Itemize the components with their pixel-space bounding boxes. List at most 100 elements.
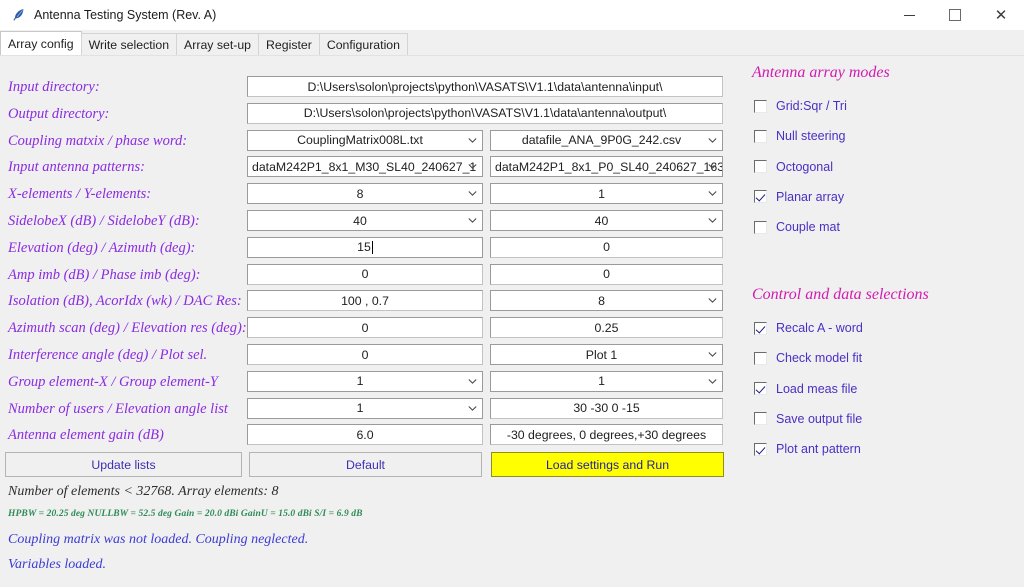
default-button[interactable]: Default (249, 452, 482, 477)
checkbox-label-grid-sqr-tri: Grid:Sqr / Tri (776, 99, 847, 113)
checkbox-octogonal[interactable]: Octogonal (754, 157, 833, 177)
tab-array-set-up[interactable]: Array set-up (176, 33, 260, 56)
checkbox-label-plot-ant-pattern: Plot ant pattern (776, 442, 861, 457)
checkbox-unchecked-icon[interactable] (754, 129, 767, 143)
checkbox-label-octogonal: Octogonal (776, 159, 833, 174)
update-lists-button[interactable]: Update lists (5, 452, 242, 477)
chevron-down-icon[interactable] (708, 136, 717, 145)
tab-configuration[interactable]: Configuration (318, 33, 408, 56)
maximize-button[interactable] (932, 0, 978, 30)
field-x-elements-y-elements-right[interactable]: 1 (490, 183, 723, 205)
checkbox-recalc-a-word[interactable]: Recalc A - word (754, 318, 863, 338)
checkbox-couple-mat[interactable]: Couple mat (754, 217, 840, 237)
chevron-down-icon[interactable] (708, 162, 717, 171)
field-group-element-x-group-element-y-right[interactable]: 1 (490, 370, 723, 392)
page-body: Input directory: D:\Users\solon\projects\… (0, 56, 1024, 587)
chevron-down-icon[interactable] (708, 296, 717, 305)
checkbox-save-output-file[interactable]: Save output file (754, 409, 862, 429)
field-number-of-users-elevation-angle-list-left[interactable]: 1 (247, 397, 483, 419)
checkbox-label-save-output-file: Save output file (776, 411, 863, 426)
field-number-of-users-elevation-angle-list-left-value: 1 (356, 401, 364, 416)
field-number-of-users-elevation-angle-list-right[interactable]: 30 -30 0 -15 (490, 397, 723, 419)
chevron-down-icon[interactable] (468, 189, 477, 198)
checkbox-label-null-steering: Null steering (776, 129, 846, 144)
minimize-icon (903, 14, 915, 16)
chevron-down-icon[interactable] (468, 404, 477, 413)
tab-register[interactable]: Register (258, 33, 320, 56)
field-coupling-matxix-phase-word-right[interactable]: datafile_ANA_9P0G_242.csv (490, 129, 723, 151)
field-elevation-deg-azimuth-deg-right[interactable]: 0 (490, 236, 723, 258)
field-isolation-db-acoridx-wk-dac-res-left[interactable]: 100 , 0.7 (247, 290, 483, 312)
field-amp-imb-db-phase-imb-deg-right[interactable]: 0 (490, 263, 723, 285)
field-output-directory[interactable]: D:\Users\solon\projects\python\VASATS\V1… (247, 102, 723, 124)
close-button[interactable]: ✕ (978, 0, 1024, 30)
field-group-element-x-group-element-y-left-value: 1 (356, 374, 364, 389)
checkbox-label-planar-array: Planar array (776, 189, 845, 204)
load-settings-and-run-button[interactable]: Load settings and Run (491, 452, 724, 477)
tab-array-config[interactable]: Array config (0, 31, 82, 56)
form-label-input-antenna-patterns: Input antenna patterns: (8, 159, 145, 176)
field-sidelobex-db-sidelobey-db-left[interactable]: 40 (247, 210, 483, 231)
checkbox-load-meas-file[interactable]: Load meas file (754, 379, 857, 399)
checkbox-check-model-fit[interactable]: Check model fit (754, 348, 862, 368)
field-antenna-element-gain-db-left[interactable]: 6.0 (247, 424, 483, 446)
checkbox-label-check-model-fit: Check model fit (776, 351, 863, 366)
field-antenna-element-gain-db-right[interactable]: -30 degrees, 0 degrees,+30 degrees (490, 424, 723, 446)
checkbox-label-recalc-a-word: Recalc A - word (776, 321, 863, 335)
checkbox-unchecked-icon[interactable] (754, 412, 767, 426)
field-elevation-deg-azimuth-deg-right-value: 0 (603, 240, 610, 255)
checkbox-checked-icon[interactable] (754, 382, 767, 396)
tab-write-selection[interactable]: Write selection (80, 33, 178, 56)
checkbox-plot-ant-pattern[interactable]: Plot ant pattern (754, 439, 861, 459)
field-group-element-x-group-element-y-right-value: 1 (598, 374, 605, 389)
minimize-button[interactable] (886, 0, 932, 30)
checkbox-unchecked-icon[interactable] (754, 351, 767, 365)
checkbox-null-steering[interactable]: Null steering (754, 126, 845, 146)
field-amp-imb-db-phase-imb-deg-left[interactable]: 0 (247, 263, 483, 285)
field-interference-angle-deg-plot-sel-right-value: Plot 1 (585, 347, 618, 362)
field-group-element-x-group-element-y-left[interactable]: 1 (247, 370, 483, 392)
chevron-down-icon[interactable] (708, 216, 717, 225)
field-coupling-matxix-phase-word-left[interactable]: CouplingMatrix008L.txt (247, 129, 483, 151)
field-input-antenna-patterns-right[interactable]: dataM242P1_8x1_P0_SL40_240627_163 (490, 156, 723, 178)
field-interference-angle-deg-plot-sel-left-value: 0 (361, 347, 369, 362)
checkbox-unchecked-icon[interactable] (754, 220, 767, 234)
chevron-down-icon[interactable] (708, 377, 717, 386)
field-x-elements-y-elements-left[interactable]: 8 (247, 183, 483, 205)
form-row-number-of-users-elevation-angle-list: Number of users / Elevation angle list 1 3… (0, 397, 735, 421)
form-label-x-elements-y-elements: X-elements / Y-elements: (8, 186, 152, 203)
title-bar: Antenna Testing System (Rev. A) ✕ (0, 0, 1024, 30)
form-label-sidelobex-db-sidelobey-db: SidelobeX (dB) / SidelobeY (dB): (8, 213, 200, 229)
checkbox-grid-sqr-tri[interactable]: Grid:Sqr / Tri (754, 96, 847, 116)
form-label-group-element-x-group-element-y: Group element-X / Group element-Y (8, 373, 218, 390)
chevron-down-icon[interactable] (468, 377, 477, 386)
checkbox-planar-array[interactable]: Planar array (754, 187, 844, 207)
checkbox-checked-icon[interactable] (754, 321, 767, 335)
field-azimuth-scan-deg-elevation-res-deg-left[interactable]: 0 (247, 317, 483, 339)
form-row-group-element-x-group-element-y: Group element-X / Group element-Y 1 1 (0, 370, 735, 394)
checkbox-checked-icon[interactable] (754, 190, 767, 204)
chevron-down-icon[interactable] (468, 216, 477, 225)
field-input-antenna-patterns-left[interactable]: dataM242P1_8x1_M30_SL40_240627_1 (247, 156, 483, 178)
field-azimuth-scan-deg-elevation-res-deg-right[interactable]: 0.25 (490, 317, 723, 339)
form-row-isolation-db-acoridx-wk-dac-res: Isolation (dB), AcorIdx (wk) / DAC Res: 1… (0, 290, 735, 313)
field-input-antenna-patterns-left-value: dataM242P1_8x1_M30_SL40_240627_1 (252, 159, 477, 174)
chevron-down-icon[interactable] (468, 136, 477, 145)
chevron-down-icon[interactable] (708, 189, 717, 198)
form-row-azimuth-scan-deg-elevation-res-deg: Azimuth scan (deg) / Elevation res (deg)… (0, 317, 735, 340)
checkbox-unchecked-icon[interactable] (754, 99, 767, 113)
checkbox-unchecked-icon[interactable] (754, 160, 767, 174)
field-isolation-db-acoridx-wk-dac-res-right[interactable]: 8 (490, 290, 723, 312)
field-interference-angle-deg-plot-sel-right[interactable]: Plot 1 (490, 344, 723, 365)
field-elevation-deg-azimuth-deg-left[interactable]: 15 (247, 236, 483, 258)
status-message-coupling: Coupling matrix was not loaded. Coupling… (8, 532, 309, 547)
field-sidelobex-db-sidelobey-db-right[interactable]: 40 (490, 210, 723, 231)
field-input-directory[interactable]: D:\Users\solon\projects\python\VASATS\V1… (247, 76, 723, 97)
field-input-directory-value: D:\Users\solon\projects\python\VASATS\V1… (307, 79, 663, 94)
chevron-down-icon[interactable] (708, 350, 717, 359)
form-row-amp-imb-db-phase-imb-deg: Amp imb (dB) / Phase imb (deg): 0 0 (0, 263, 735, 287)
checkbox-checked-icon[interactable] (754, 442, 767, 456)
chevron-down-icon[interactable] (468, 162, 477, 171)
tab-list: Array config Write selection Array set-up R… (0, 30, 1024, 56)
field-interference-angle-deg-plot-sel-left[interactable]: 0 (247, 344, 483, 365)
